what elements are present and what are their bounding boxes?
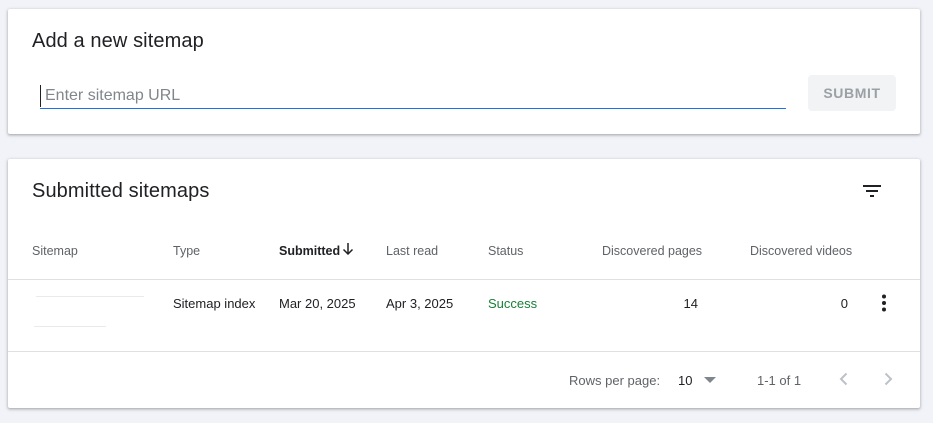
column-header-discovered-videos[interactable]: Discovered videos (750, 244, 852, 258)
column-header-sitemap[interactable]: Sitemap (32, 244, 78, 258)
cell-type: Sitemap index (173, 296, 256, 311)
redacted-sitemap-url (36, 296, 144, 297)
column-header-discovered-pages[interactable]: Discovered pages (602, 244, 702, 258)
more-vert-icon[interactable] (872, 291, 896, 315)
submit-button[interactable]: SUBMIT (808, 75, 896, 111)
submitted-sitemaps-card: Submitted sitemaps Sitemap Type Submitte… (8, 159, 920, 408)
redacted-sitemap-url (34, 326, 106, 327)
chevron-right-icon[interactable] (876, 367, 900, 391)
chevron-left-icon[interactable] (832, 367, 856, 391)
cell-last-read: Apr 3, 2025 (386, 296, 454, 311)
sitemap-url-input[interactable] (40, 85, 786, 107)
cell-discovered-pages: 14 (683, 296, 698, 311)
caret-down-icon (704, 377, 716, 383)
cell-submitted: Mar 20, 2025 (279, 296, 356, 311)
add-sitemap-card: Add a new sitemap SUBMIT (8, 9, 920, 134)
footer-divider (8, 351, 920, 352)
sitemap-url-field[interactable] (40, 85, 786, 109)
column-header-type[interactable]: Type (173, 244, 200, 258)
column-header-submitted[interactable]: Submitted (279, 244, 340, 258)
rows-per-page-value: 10 (678, 373, 693, 388)
header-divider (8, 279, 920, 280)
pagination-range: 1-1 of 1 (757, 373, 802, 388)
column-header-status[interactable]: Status (488, 244, 523, 258)
cell-discovered-videos: 0 (840, 296, 848, 311)
filter-icon[interactable] (860, 179, 884, 203)
arrow-down-icon[interactable] (341, 241, 355, 257)
column-header-last-read[interactable]: Last read (386, 244, 438, 258)
cell-status: Success (488, 296, 538, 311)
rows-per-page-label: Rows per page: (569, 373, 661, 388)
rows-per-page-select[interactable]: 10 (676, 369, 724, 393)
submitted-sitemaps-title: Submitted sitemaps (32, 180, 210, 202)
add-sitemap-title: Add a new sitemap (32, 30, 204, 52)
